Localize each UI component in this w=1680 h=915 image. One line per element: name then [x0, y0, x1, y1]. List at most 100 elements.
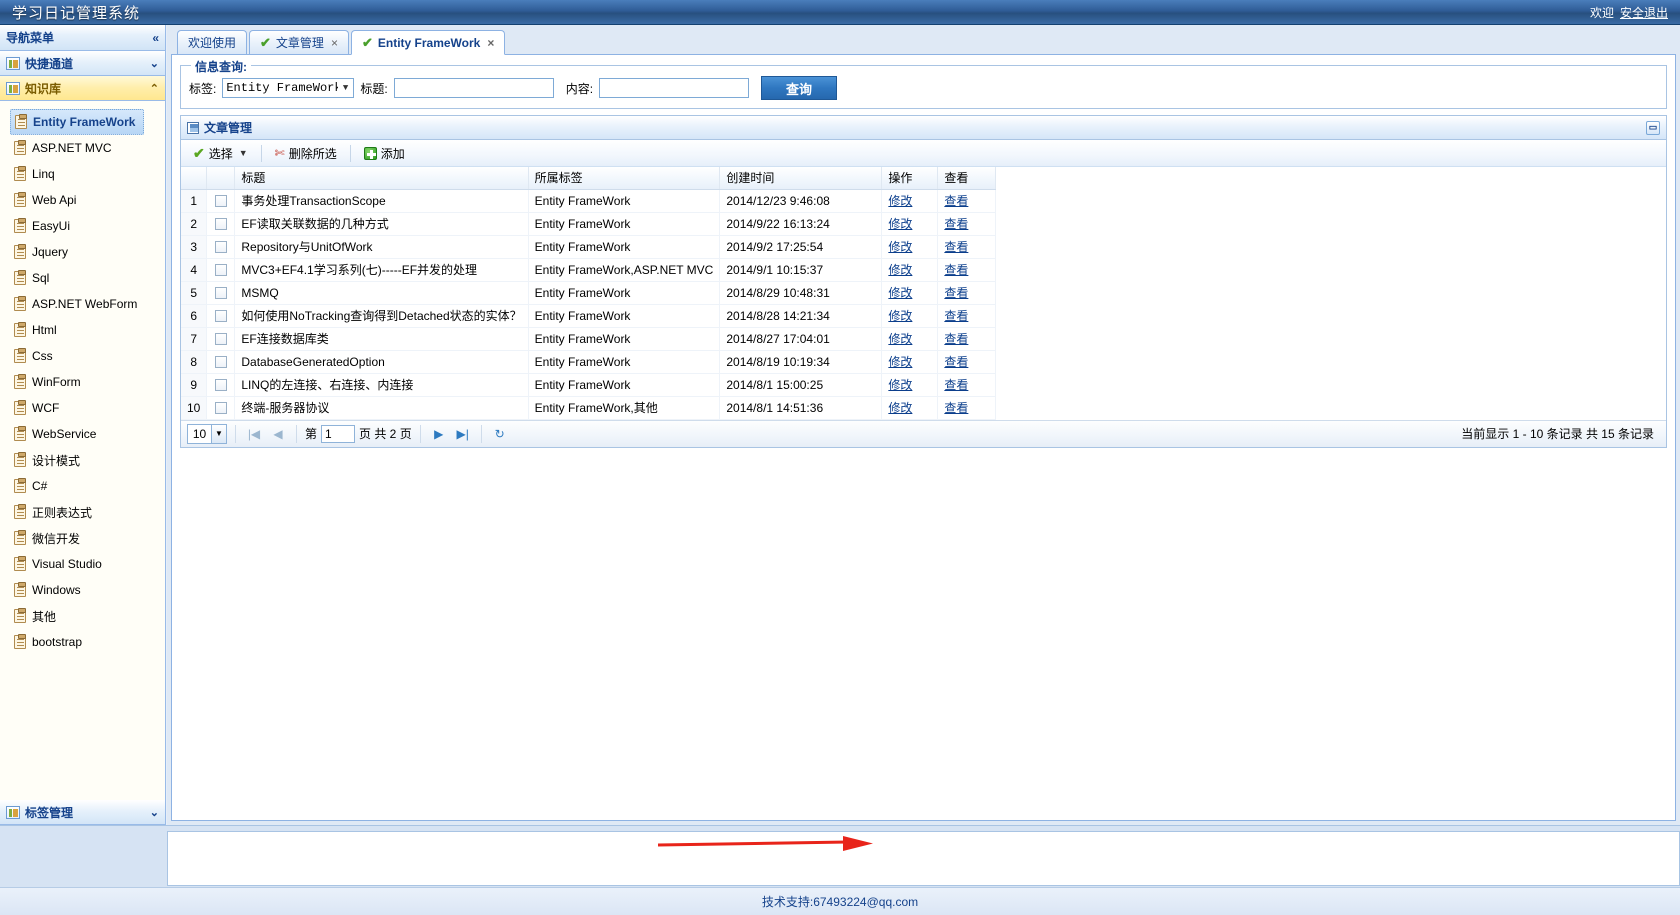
view-link[interactable]: 查看: [944, 401, 968, 415]
collapse-sidebar-icon[interactable]: «: [152, 31, 159, 45]
row-checkbox[interactable]: [214, 333, 227, 346]
sidebar-item-webservice[interactable]: WebService: [10, 421, 144, 447]
edit-link[interactable]: 修改: [888, 240, 912, 254]
content-input[interactable]: [599, 78, 750, 98]
row-checkbox[interactable]: [214, 379, 227, 392]
table-row[interactable]: 2 EF读取关联数据的几种方式 Entity FrameWork 2014/9/22 …: [181, 212, 997, 236]
select-menu-button[interactable]: ✔ 选择 ▼: [187, 143, 254, 164]
sidebar-item-visual-studio[interactable]: Visual Studio: [10, 551, 144, 577]
table-row[interactable]: 5 MSMQ Entity FrameWork 2014/8/29 10:48:31 修…: [181, 281, 997, 305]
view-cell[interactable]: 查看: [937, 373, 997, 397]
view-link[interactable]: 查看: [944, 217, 968, 231]
row-checkbox[interactable]: [214, 310, 227, 323]
edit-cell[interactable]: 修改: [881, 396, 939, 420]
refresh-button[interactable]: ↻: [490, 424, 510, 444]
view-cell[interactable]: 查看: [937, 304, 997, 328]
edit-link[interactable]: 修改: [888, 217, 912, 231]
collapse-panel-icon[interactable]: ▭: [1646, 120, 1660, 135]
view-link[interactable]: 查看: [944, 309, 968, 323]
sidebar-item-web-api[interactable]: Web Api: [10, 187, 144, 213]
edit-link[interactable]: 修改: [888, 401, 912, 415]
table-row[interactable]: 8 DatabaseGeneratedOption Entity FrameWork…: [181, 350, 997, 374]
tag-select[interactable]: Entity FrameWork ▼: [222, 78, 355, 98]
sidebar-item-c[interactable]: C#: [10, 473, 144, 499]
sidebar-item-easyui[interactable]: EasyUi: [10, 213, 144, 239]
sidebar-item-entity-framework[interactable]: Entity FrameWork: [10, 109, 144, 135]
edit-cell[interactable]: 修改: [881, 304, 939, 328]
page-size-select[interactable]: 10 ▼: [187, 423, 227, 444]
row-checkbox-cell[interactable]: [206, 373, 236, 397]
sidebar-item-winform[interactable]: WinForm: [10, 369, 144, 395]
page-number-input[interactable]: [321, 424, 356, 443]
edit-cell[interactable]: 修改: [881, 235, 939, 259]
row-checkbox[interactable]: [214, 356, 227, 369]
row-checkbox-cell[interactable]: [206, 258, 236, 282]
edit-link[interactable]: 修改: [888, 286, 912, 300]
view-link[interactable]: 查看: [944, 378, 968, 392]
tab-entity-framework[interactable]: ✔ Entity FrameWork ×: [350, 30, 506, 55]
sidebar-item-linq[interactable]: Linq: [10, 161, 144, 187]
view-link[interactable]: 查看: [944, 332, 968, 346]
edit-link[interactable]: 修改: [888, 194, 912, 208]
prev-page-button[interactable]: ◀: [268, 424, 288, 444]
tab-文章管理[interactable]: ✔ 文章管理 ×: [249, 30, 349, 54]
view-cell[interactable]: 查看: [937, 350, 997, 374]
last-page-button[interactable]: ▶|: [453, 424, 473, 444]
sidebar-item-[interactable]: 设计模式: [10, 447, 144, 473]
view-cell[interactable]: 查看: [937, 235, 997, 259]
sidebar-group-knowledge-base[interactable]: 知识库 ⌃: [0, 76, 165, 101]
sidebar-item-windows[interactable]: Windows: [10, 577, 144, 603]
tab-欢迎使用[interactable]: 欢迎使用: [177, 30, 248, 54]
add-button[interactable]: 添加: [358, 143, 411, 164]
next-page-button[interactable]: ▶: [429, 424, 449, 444]
row-checkbox-cell[interactable]: [206, 350, 236, 374]
edit-link[interactable]: 修改: [888, 355, 912, 369]
row-checkbox[interactable]: [214, 195, 227, 208]
view-cell[interactable]: 查看: [937, 396, 997, 420]
row-checkbox[interactable]: [214, 241, 227, 254]
view-cell[interactable]: 查看: [937, 327, 997, 351]
close-icon[interactable]: ×: [331, 36, 338, 50]
sidebar-item-[interactable]: 微信开发: [10, 525, 144, 551]
table-row[interactable]: 9 LINQ的左连接、右连接、内连接 Entity FrameWork 2014/8/…: [181, 373, 997, 397]
view-link[interactable]: 查看: [944, 286, 968, 300]
edit-cell[interactable]: 修改: [881, 212, 939, 236]
sidebar-item-css[interactable]: Css: [10, 343, 144, 369]
sidebar-item-asp-net-webform[interactable]: ASP.NET WebForm: [10, 291, 144, 317]
edit-cell[interactable]: 修改: [881, 327, 939, 351]
view-link[interactable]: 查看: [944, 263, 968, 277]
row-checkbox-cell[interactable]: [206, 396, 236, 420]
sidebar-item-sql[interactable]: Sql: [10, 265, 144, 291]
view-link[interactable]: 查看: [944, 355, 968, 369]
edit-link[interactable]: 修改: [888, 332, 912, 346]
logout-link[interactable]: 安全退出: [1620, 4, 1668, 21]
table-row[interactable]: 4 MVC3+EF4.1学习系列(七)-----EF并发的处理 Entity Fra…: [181, 258, 997, 282]
table-row[interactable]: 3 Repository与UnitOfWork Entity FrameWork 20…: [181, 235, 997, 259]
edit-cell[interactable]: 修改: [881, 373, 939, 397]
view-cell[interactable]: 查看: [937, 258, 997, 282]
row-checkbox-cell[interactable]: [206, 189, 236, 213]
edit-link[interactable]: 修改: [888, 309, 912, 323]
edit-link[interactable]: 修改: [888, 378, 912, 392]
view-cell[interactable]: 查看: [937, 212, 997, 236]
edit-cell[interactable]: 修改: [881, 281, 939, 305]
sidebar-item-asp-net-mvc[interactable]: ASP.NET MVC: [10, 135, 144, 161]
sidebar-item-jquery[interactable]: Jquery: [10, 239, 144, 265]
sidebar-group-quick-access[interactable]: 快捷通道 ⌄: [0, 51, 165, 76]
first-page-button[interactable]: |◀: [244, 424, 264, 444]
edit-cell[interactable]: 修改: [881, 350, 939, 374]
sidebar-item-html[interactable]: Html: [10, 317, 144, 343]
sidebar-item-bootstrap[interactable]: bootstrap: [10, 629, 144, 655]
row-checkbox-cell[interactable]: [206, 327, 236, 351]
close-icon[interactable]: ×: [487, 36, 494, 50]
view-link[interactable]: 查看: [944, 240, 968, 254]
title-input[interactable]: [393, 78, 554, 98]
row-checkbox[interactable]: [214, 218, 227, 231]
row-checkbox[interactable]: [214, 264, 227, 277]
row-checkbox-cell[interactable]: [206, 304, 236, 328]
delete-selected-button[interactable]: ✄ 删除所选: [269, 143, 343, 164]
table-row[interactable]: 7 EF连接数据库类 Entity FrameWork 2014/8/27 17:04…: [181, 327, 997, 351]
edit-cell[interactable]: 修改: [881, 258, 939, 282]
table-row[interactable]: 1 事务处理TransactionScope Entity FrameWork 201…: [181, 189, 997, 213]
sidebar-item-[interactable]: 正则表达式: [10, 499, 144, 525]
